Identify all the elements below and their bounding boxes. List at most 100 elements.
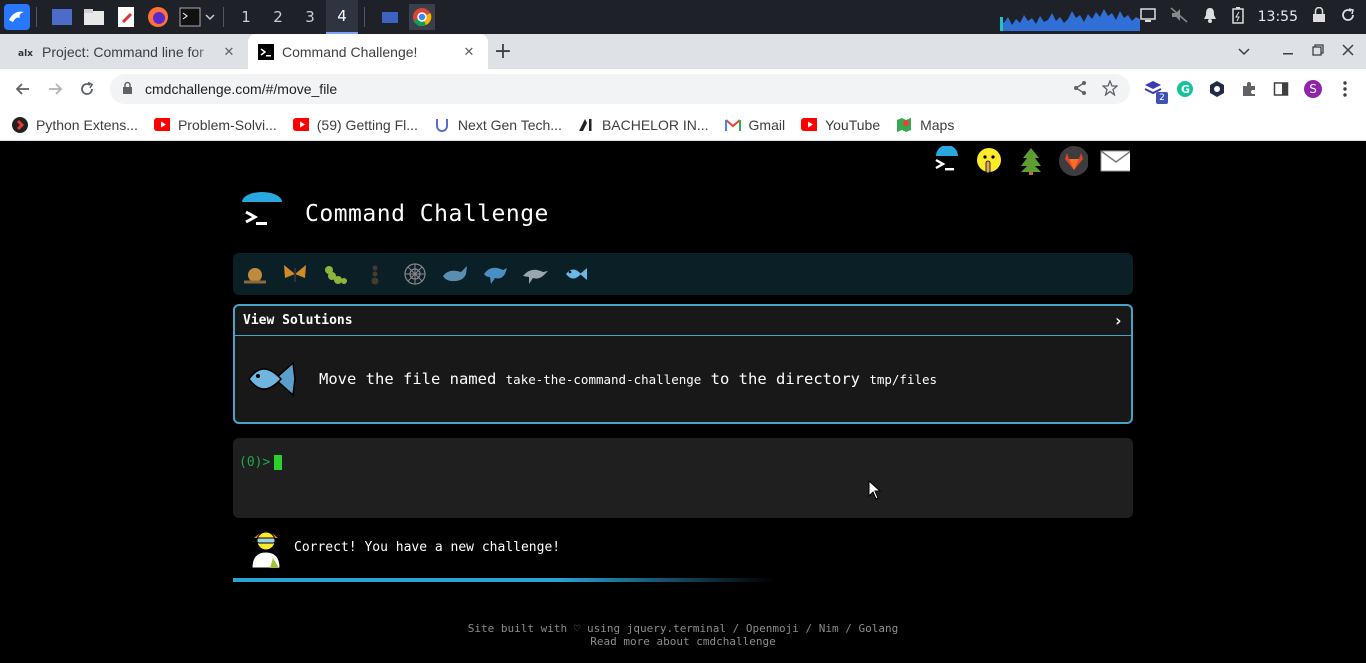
share-icon[interactable] bbox=[1072, 80, 1088, 99]
progress-bar bbox=[233, 578, 773, 582]
lock-screen-icon[interactable] bbox=[1312, 6, 1326, 27]
tab-search-icon[interactable] bbox=[1238, 44, 1250, 60]
tree-icon[interactable] bbox=[1016, 146, 1046, 176]
reload-icon[interactable] bbox=[72, 74, 102, 104]
terminal-cursor bbox=[274, 455, 283, 470]
terminal-prompt: (0)> bbox=[239, 455, 271, 470]
youtube-icon bbox=[801, 117, 818, 133]
omnibox-actions bbox=[1072, 78, 1119, 99]
screen-icon[interactable] bbox=[1139, 8, 1156, 26]
bookmarks-bar: Python Extens... Problem-Solvi... (59) G… bbox=[0, 109, 1366, 141]
restore-icon[interactable] bbox=[1312, 43, 1324, 60]
ai-icon bbox=[578, 117, 594, 133]
bookmark-label: BACHELOR IN... bbox=[601, 116, 709, 133]
chrome-window-icon[interactable] bbox=[409, 4, 435, 30]
svg-text:alx: alx bbox=[18, 49, 33, 57]
workspace-1[interactable]: 1 bbox=[230, 0, 262, 34]
mail-icon[interactable] bbox=[1100, 146, 1130, 176]
kebab-menu-icon[interactable] bbox=[1336, 80, 1354, 98]
whale-icon[interactable] bbox=[441, 260, 469, 288]
puzzle-extensions-icon[interactable] bbox=[1240, 80, 1258, 98]
battery-icon[interactable] bbox=[1231, 6, 1244, 28]
text-editor-icon[interactable] bbox=[113, 4, 139, 30]
back-icon[interactable] bbox=[8, 74, 38, 104]
mouse-cursor-icon bbox=[868, 480, 882, 500]
chevron-right-icon: › bbox=[1113, 311, 1123, 330]
udacity-icon bbox=[434, 117, 450, 133]
bookmark-problem-solvi[interactable]: Problem-Solvi... bbox=[153, 116, 277, 133]
bookmark-getting-fl[interactable]: (59) Getting Fl... bbox=[292, 117, 418, 133]
cmdchallenge-terminal-icon[interactable] bbox=[932, 146, 962, 176]
bookmark-bachelor-in[interactable]: BACHELOR IN... bbox=[578, 117, 709, 133]
close-tab-icon[interactable]: ✕ bbox=[220, 44, 238, 60]
system-tray: 13:55 bbox=[1139, 6, 1366, 28]
close-tab-icon[interactable]: ✕ bbox=[460, 44, 478, 60]
minimize-icon[interactable] bbox=[1282, 44, 1294, 60]
address-bar: cmdchallenge.com/#/move_file 2 G S bbox=[0, 69, 1366, 109]
profile-avatar[interactable]: S bbox=[1304, 80, 1322, 98]
bookmark-gmail[interactable]: Gmail bbox=[724, 116, 786, 133]
extension-badge: 2 bbox=[1156, 92, 1168, 104]
footer-credits: Site built with ♡ using jquery.terminal … bbox=[467, 622, 899, 635]
tab-command-challenge[interactable]: Command Challenge! ✕ bbox=[248, 34, 488, 69]
bookmark-label: Gmail bbox=[748, 116, 786, 133]
bookmark-python-extens[interactable]: Python Extens... bbox=[12, 116, 138, 133]
bookmark-next-gen-tech[interactable]: Next Gen Tech... bbox=[434, 117, 562, 133]
challenge-middle: to the directory bbox=[710, 370, 860, 388]
snail-icon[interactable] bbox=[241, 260, 269, 288]
volume-muted-icon[interactable] bbox=[1170, 7, 1188, 27]
terminal-app-icon[interactable] bbox=[177, 4, 203, 30]
view-solutions-toggle[interactable]: View Solutions › bbox=[235, 306, 1131, 336]
workspace-2[interactable]: 2 bbox=[262, 0, 294, 34]
terminal-dropdown-icon[interactable] bbox=[203, 4, 217, 30]
ant-icon[interactable] bbox=[361, 260, 389, 288]
file-manager-icon[interactable] bbox=[81, 4, 107, 30]
power-refresh-icon[interactable] bbox=[1340, 7, 1356, 27]
bookmark-label: Problem-Solvi... bbox=[177, 116, 277, 133]
lock-icon[interactable] bbox=[122, 81, 133, 98]
tab-title: Command Challenge! bbox=[282, 43, 418, 60]
os-taskbar: 1 2 3 4 13:55 bbox=[0, 0, 1366, 34]
spider-web-icon[interactable] bbox=[401, 260, 429, 288]
bookmark-maps[interactable]: Maps bbox=[896, 117, 954, 133]
terminal-icon bbox=[258, 43, 274, 60]
alx-icon: alx bbox=[18, 44, 34, 60]
fish-icon[interactable] bbox=[561, 260, 589, 288]
grammarly-icon[interactable]: G bbox=[1176, 80, 1194, 98]
site-header: Command Challenge bbox=[240, 192, 549, 236]
bookmark-youtube[interactable]: YouTube bbox=[801, 117, 880, 133]
maps-icon bbox=[896, 117, 912, 133]
gmail-icon bbox=[724, 117, 741, 133]
kali-menu-icon[interactable] bbox=[4, 4, 30, 30]
extension-stack-icon[interactable]: 2 bbox=[1144, 80, 1168, 104]
notifications-icon[interactable] bbox=[1202, 7, 1218, 27]
close-window-icon[interactable] bbox=[1342, 43, 1354, 60]
divider bbox=[223, 7, 224, 27]
bookmark-label: Python Extens... bbox=[36, 116, 138, 133]
new-tab-button[interactable]: + bbox=[488, 34, 518, 69]
bookmark-star-icon[interactable] bbox=[1101, 78, 1119, 99]
tab-alx-project[interactable]: alx Project: Command line for ✕ bbox=[8, 34, 248, 69]
terminal-input[interactable]: (0)> bbox=[233, 438, 1133, 518]
url-field[interactable]: cmdchallenge.com/#/move_file bbox=[110, 74, 1130, 104]
caterpillar-icon[interactable] bbox=[321, 260, 349, 288]
side-panel-icon[interactable] bbox=[1272, 80, 1290, 98]
workspace-3[interactable]: 3 bbox=[294, 0, 326, 34]
butterfly-icon[interactable] bbox=[281, 260, 309, 288]
hex-extension-icon[interactable] bbox=[1208, 80, 1226, 98]
show-desktop-icon[interactable] bbox=[49, 4, 75, 30]
gitlab-icon[interactable] bbox=[1058, 146, 1088, 176]
workspace-4[interactable]: 4 bbox=[326, 0, 358, 34]
window-folder-icon[interactable] bbox=[377, 4, 403, 30]
challenge-panel: View Solutions › Move the file named tak… bbox=[233, 304, 1133, 424]
youtube-icon bbox=[292, 117, 309, 133]
dolphin-blue-icon[interactable] bbox=[481, 260, 509, 288]
shushing-face-icon[interactable] bbox=[974, 146, 1004, 176]
clock[interactable]: 13:55 bbox=[1258, 9, 1298, 25]
challenge-filename: take-the-command-challenge bbox=[505, 372, 702, 387]
firefox-icon[interactable] bbox=[145, 4, 171, 30]
forward-icon[interactable] bbox=[40, 74, 70, 104]
bookmark-label: Maps bbox=[920, 116, 955, 133]
dolphin-grey-icon[interactable] bbox=[521, 260, 549, 288]
footer-about-link[interactable]: Read more about cmdchallenge bbox=[0, 635, 1366, 648]
